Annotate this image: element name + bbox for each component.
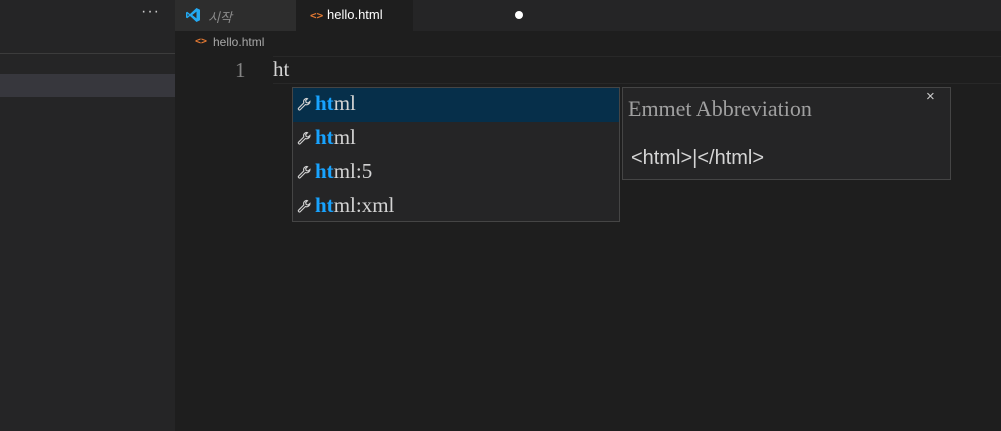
sidebar: ··· xyxy=(0,0,175,431)
wrench-icon xyxy=(297,199,311,213)
breadcrumb-file[interactable]: hello.html xyxy=(213,35,264,49)
suggestion-details: Emmet Abbreviation × <html>|</html> xyxy=(622,87,951,180)
wrench-icon xyxy=(297,131,311,145)
current-line-highlight xyxy=(273,56,1001,84)
tab-welcome-label: 시작 xyxy=(208,10,232,25)
tab-bar: 시작 <> hello.html xyxy=(175,0,1001,31)
suggestion-item[interactable]: html xyxy=(293,88,619,122)
line-number: 1 xyxy=(235,58,246,82)
wrench-icon xyxy=(297,97,311,111)
unsaved-dot-icon[interactable] xyxy=(515,11,523,19)
sidebar-selected-item[interactable] xyxy=(0,74,175,97)
suggestion-item[interactable]: html:5 xyxy=(293,156,619,190)
tab-hello-html-label: hello.html xyxy=(327,7,383,22)
vscode-logo-icon xyxy=(186,8,200,22)
suggestion-item[interactable]: html xyxy=(293,122,619,156)
html-file-icon: <> xyxy=(310,9,324,22)
suggest-widget: html html html:5 html:xml xyxy=(292,87,620,222)
suggestion-item[interactable]: html:xml xyxy=(293,190,619,224)
suggestion-label: html:xml xyxy=(315,193,395,217)
code-line[interactable]: ht xyxy=(273,57,289,82)
suggestion-label: html:5 xyxy=(315,159,373,183)
tab-welcome[interactable]: 시작 xyxy=(175,0,296,31)
sidebar-divider xyxy=(0,53,175,54)
html-file-icon: <> xyxy=(195,36,208,47)
more-actions-button[interactable]: ··· xyxy=(141,3,160,21)
wrench-icon xyxy=(297,165,311,179)
details-title: Emmet Abbreviation xyxy=(628,96,812,121)
close-icon[interactable]: × xyxy=(926,88,935,105)
suggestion-label: html xyxy=(315,91,356,115)
details-snippet: <html>|</html> xyxy=(631,147,765,169)
tab-hello-html[interactable]: <> hello.html xyxy=(296,0,523,31)
breadcrumb: <> hello.html xyxy=(175,31,1001,53)
suggestion-label: html xyxy=(315,125,356,149)
